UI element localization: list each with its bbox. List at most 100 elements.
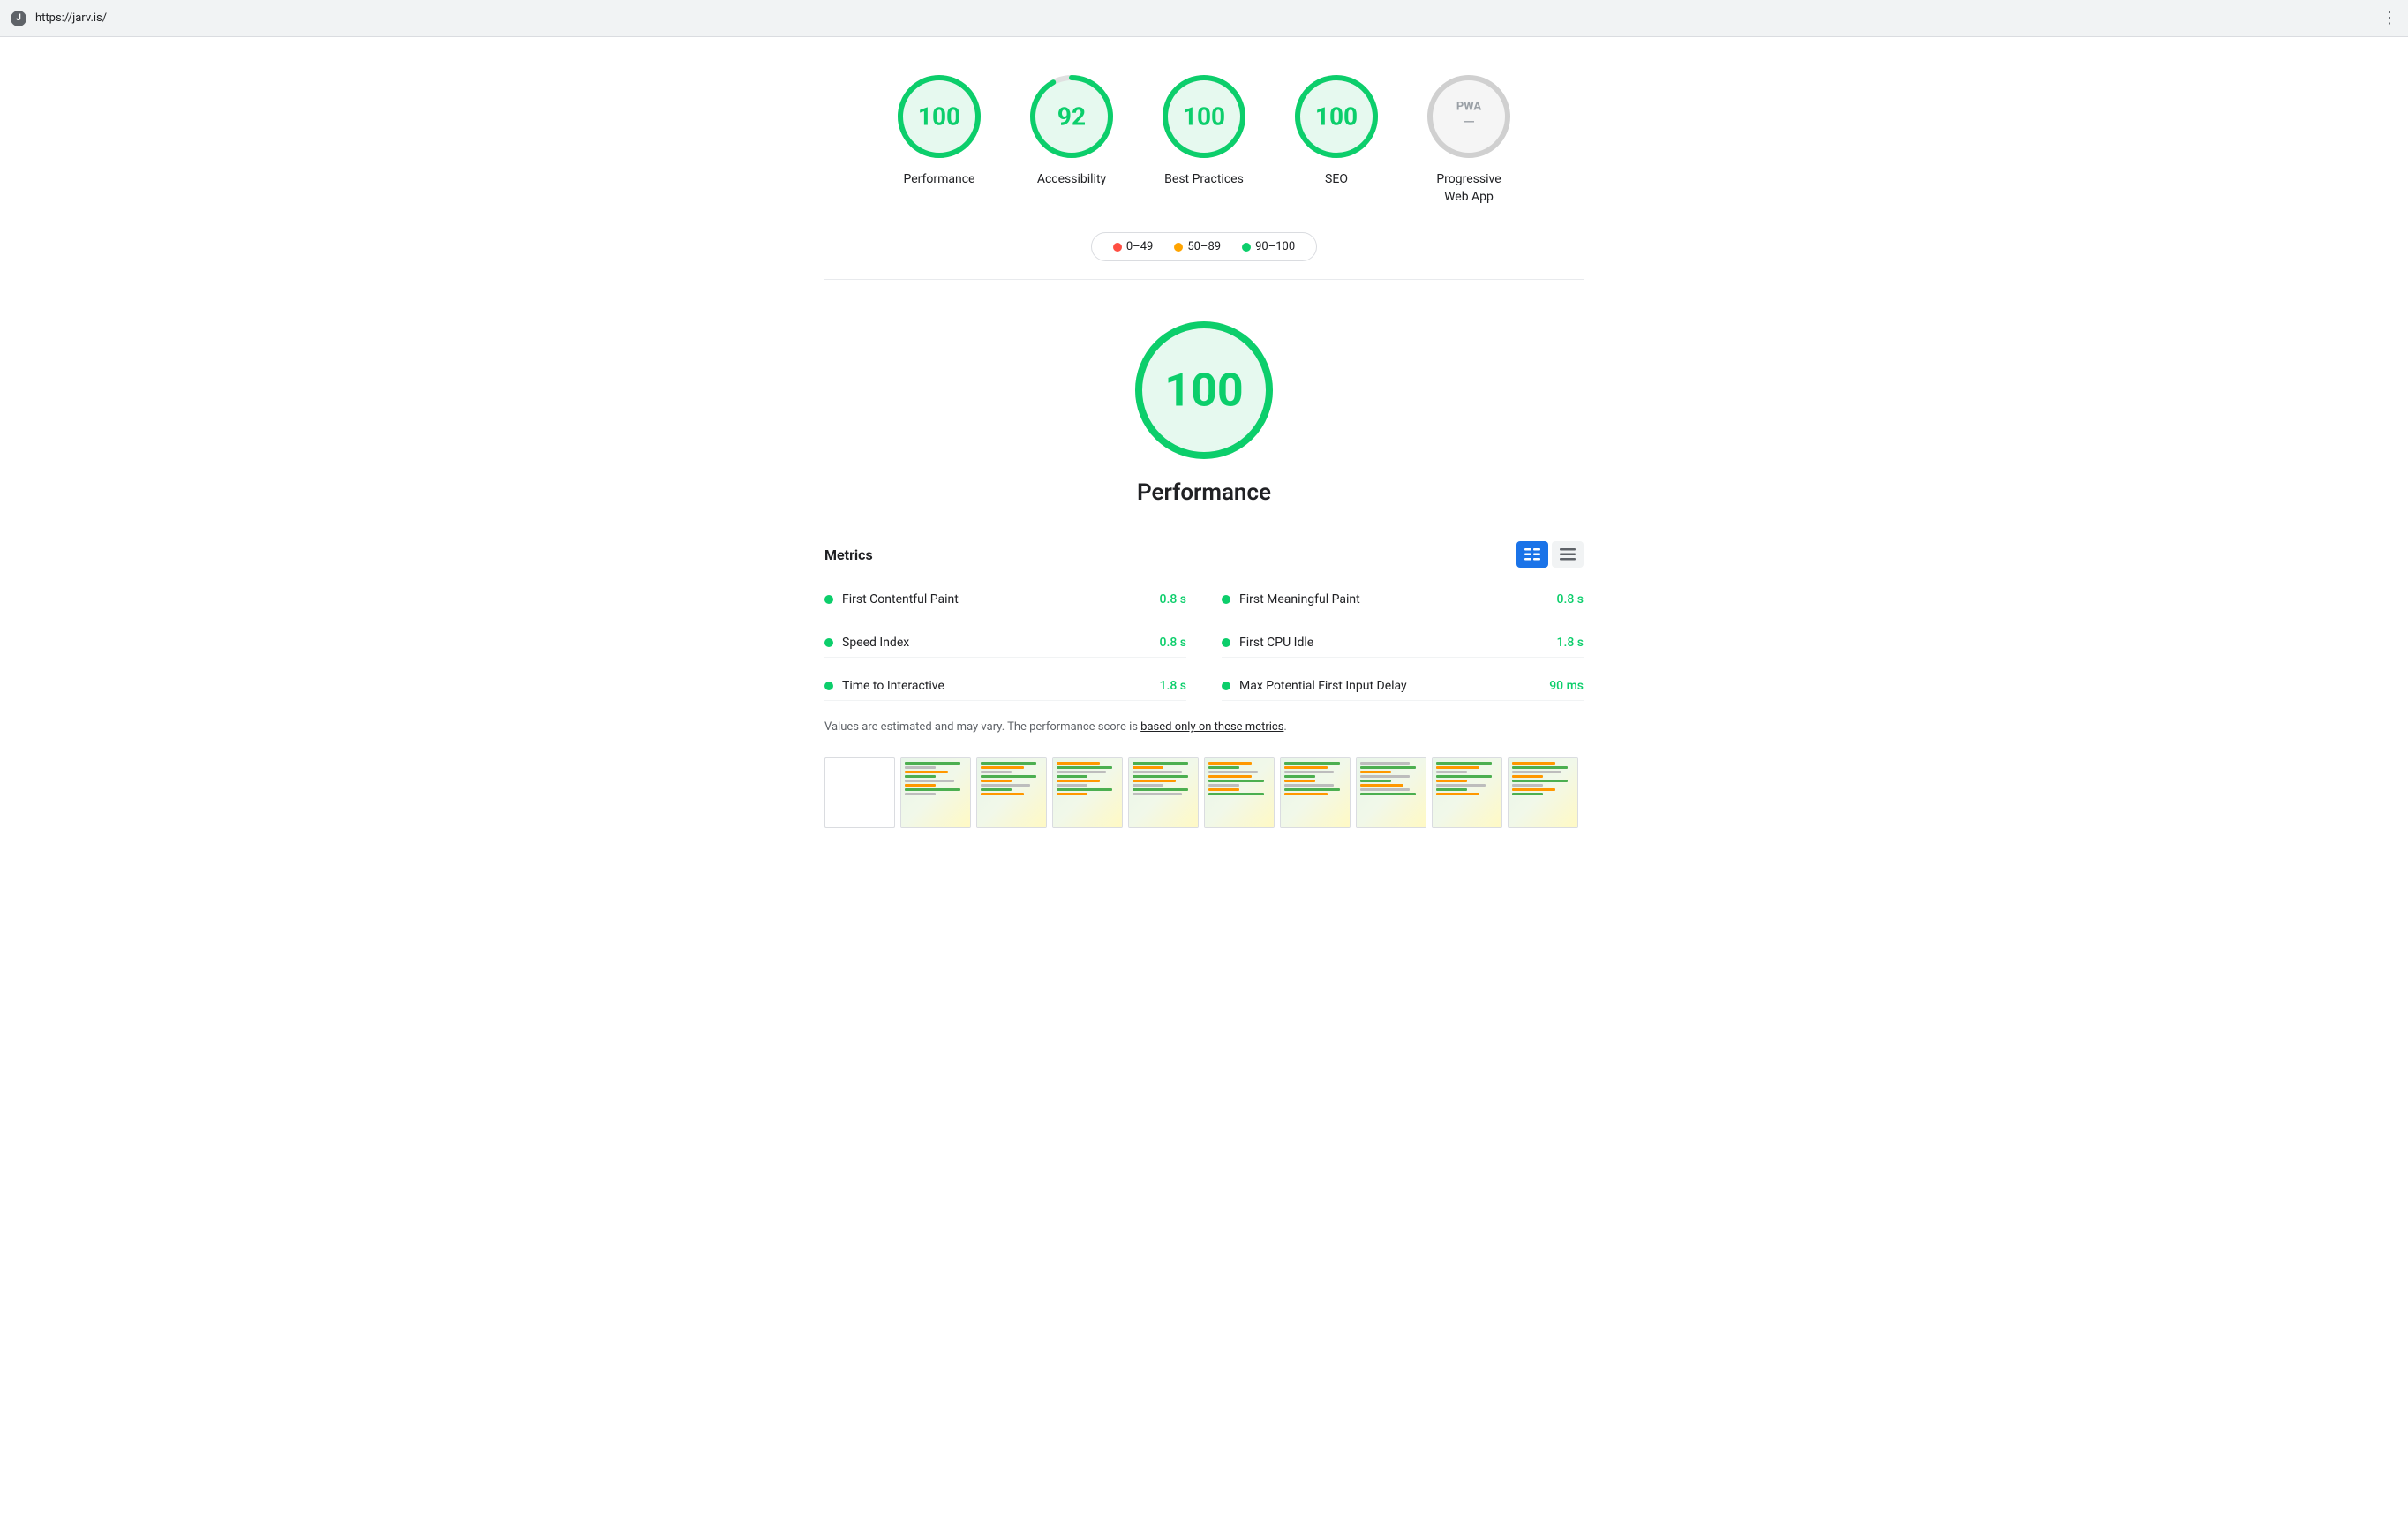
metric-left-fci: First CPU Idle (1222, 636, 1313, 650)
thumb-line (981, 762, 1036, 764)
score-item-performance: 100 Performance (895, 72, 983, 206)
thumb-line (905, 771, 948, 773)
metric-name-si: Speed Index (842, 636, 909, 650)
legend-dot-pass (1242, 243, 1251, 252)
thumb-line (1057, 793, 1087, 795)
thumb-line (905, 793, 936, 795)
score-label-best-practices: Best Practices (1164, 171, 1244, 189)
metric-dot-si (824, 638, 833, 647)
metric-value-mpfid: 90 ms (1549, 679, 1584, 693)
thumb-line (1057, 775, 1087, 778)
score-circle-performance: 100 (895, 72, 983, 161)
score-circle-pwa: PWA — (1425, 72, 1513, 161)
filmstrip-thumb-inner-1 (901, 758, 970, 827)
thumb-line (981, 771, 1012, 773)
filmstrip-thumb-inner-3 (1053, 758, 1122, 827)
filmstrip-frame-4 (1128, 757, 1199, 828)
thumb-line (1512, 788, 1555, 791)
metric-row-mpfid: Max Potential First Input Delay 90 ms (1222, 672, 1584, 701)
legend-item-fail: 0–49 (1113, 240, 1153, 253)
filmstrip-thumb-inner-9 (1509, 758, 1577, 827)
thumb-line (1436, 784, 1486, 787)
metrics-note-link[interactable]: based only on these metrics (1140, 720, 1283, 734)
thumb-line (905, 788, 960, 791)
filmstrip-thumb-inner-6 (1281, 758, 1350, 827)
metric-dot-tti (824, 682, 833, 690)
thumb-line (1436, 780, 1467, 782)
score-item-pwa: PWA — Progressive Web App (1425, 72, 1513, 206)
browser-menu-icon[interactable]: ⋮ (2382, 9, 2397, 27)
legend-inner: 0–49 50–89 90–100 (1091, 232, 1317, 261)
thumb-line (1360, 780, 1391, 782)
metric-name-tti: Time to Interactive (842, 679, 944, 693)
thumb-line (1360, 784, 1403, 787)
filmstrip-thumb-inner-8 (1433, 758, 1501, 827)
thumb-line (1057, 771, 1106, 773)
thumb-line (1133, 775, 1188, 778)
legend-dot-fail (1113, 243, 1122, 252)
thumb-line (1360, 775, 1410, 778)
thumb-line (1208, 784, 1239, 787)
metrics-title: Metrics (824, 546, 873, 563)
legend-item-pass: 90–100 (1242, 240, 1295, 253)
thumb-line (1208, 762, 1252, 764)
metrics-header: Metrics (824, 541, 1584, 568)
browser-url: https://jarv.is/ (35, 11, 2373, 25)
filmstrip-frame-9 (1508, 757, 1578, 828)
thumb-line (1133, 762, 1188, 764)
metric-row-tti: Time to Interactive 1.8 s (824, 672, 1186, 701)
thumb-line (1436, 793, 1479, 795)
metric-left-mpfid: Max Potential First Input Delay (1222, 679, 1407, 693)
metric-left-fcp: First Contentful Paint (824, 592, 959, 606)
metric-name-mpfid: Max Potential First Input Delay (1239, 679, 1407, 693)
thumb-line (1436, 766, 1479, 769)
score-circle-accessibility: 92 (1027, 72, 1116, 161)
toggle-grid-btn[interactable] (1516, 541, 1548, 568)
filmstrip-thumb-inner-7 (1357, 758, 1426, 827)
metric-name-fcp: First Contentful Paint (842, 592, 959, 606)
thumb-line (1133, 788, 1188, 791)
thumb-line (1057, 780, 1100, 782)
thumb-line (1133, 793, 1182, 795)
filmstrip-thumb-inner-2 (977, 758, 1046, 827)
thumb-line (981, 775, 1036, 778)
thumb-line (981, 780, 1012, 782)
thumb-line (1284, 788, 1340, 791)
thumb-line (1284, 766, 1328, 769)
thumb-line (1133, 771, 1182, 773)
metric-left-si: Speed Index (824, 636, 909, 650)
score-number-accessibility: 92 (1057, 102, 1086, 132)
metric-value-fmp: 0.8 s (1557, 592, 1584, 606)
thumb-line (1133, 780, 1176, 782)
thumb-line (981, 766, 1024, 769)
section-divider (824, 279, 1584, 280)
metrics-note-suffix: . (1283, 720, 1286, 734)
metrics-section: Metrics (824, 541, 1584, 828)
scores-row: 100 Performance 92 Accessibility (824, 72, 1584, 206)
metric-dot-mpfid (1222, 682, 1230, 690)
toggle-list-btn[interactable] (1552, 541, 1584, 568)
thumb-line (981, 788, 1012, 791)
thumb-line (1133, 766, 1163, 769)
thumb-line (1360, 788, 1410, 791)
view-toggle (1516, 541, 1584, 568)
filmstrip (824, 757, 1584, 828)
metric-row-fcp: First Contentful Paint 0.8 s (824, 585, 1186, 614)
thumb-line (1360, 793, 1416, 795)
metric-row-fmp: First Meaningful Paint 0.8 s (1222, 585, 1584, 614)
thumb-line (1284, 762, 1340, 764)
filmstrip-thumb-inner-5 (1205, 758, 1274, 827)
legend: 0–49 50–89 90–100 (824, 232, 1584, 261)
metric-dot-fcp (824, 595, 833, 604)
legend-range-fail: 0–49 (1126, 240, 1153, 253)
browser-bar: J https://jarv.is/ ⋮ (0, 0, 2408, 37)
thumb-line (1057, 788, 1112, 791)
thumb-line (905, 762, 960, 764)
metric-dot-fmp (1222, 595, 1230, 604)
thumb-line (1436, 771, 1467, 773)
filmstrip-frame-8 (1432, 757, 1502, 828)
legend-dot-average (1174, 243, 1183, 252)
main-content: 100 Performance 92 Accessibility (807, 37, 1601, 863)
thumb-line (1360, 762, 1410, 764)
filmstrip-frame-1 (900, 757, 971, 828)
